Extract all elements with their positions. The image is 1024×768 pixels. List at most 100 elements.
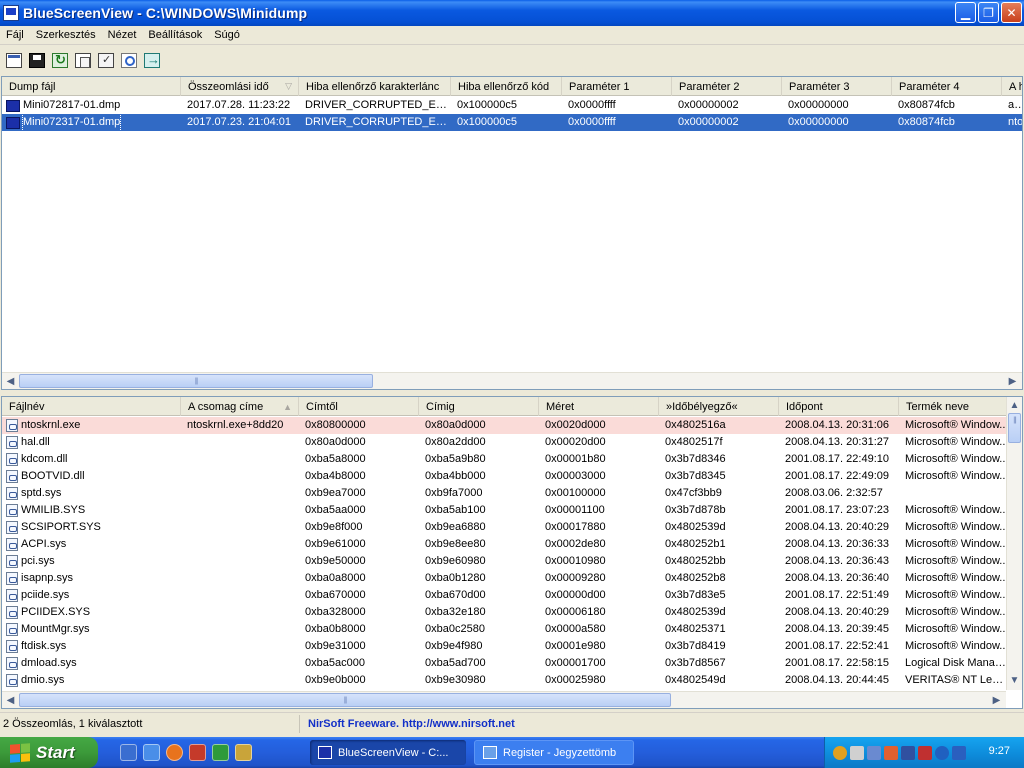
scroll-thumb[interactable] (1008, 413, 1021, 443)
cell-text: Microsoft® Window... (905, 589, 1009, 601)
firefox-icon[interactable] (166, 744, 183, 761)
module-row[interactable]: ACPI.sys 0xb9e61000 0xb9e8ee80 0x0002de80 0x… (2, 536, 1009, 553)
column-header[interactable]: Fájlnév (2, 397, 181, 416)
save-button[interactable] (26, 49, 48, 71)
cell-text: 0x3b7d878b (665, 504, 726, 516)
tray-device-icon[interactable] (901, 745, 915, 760)
column-header[interactable]: Hiba ellenőrző karakterlánc (299, 77, 451, 96)
column-header[interactable]: Paraméter 1 (562, 77, 672, 96)
dump-list-hscroll[interactable]: ◀ ▶ (2, 372, 1022, 389)
show-desktop-icon[interactable] (120, 744, 137, 761)
scroll-thumb[interactable] (19, 693, 671, 707)
column-header[interactable]: Termék neve (899, 397, 1009, 416)
cell-text: ACPI.sys (21, 538, 67, 550)
column-header[interactable]: A csomag címe ▲ (181, 397, 299, 416)
properties-button[interactable] (95, 49, 117, 71)
clock[interactable]: 9:27 (989, 745, 1010, 757)
column-header[interactable]: Dump fájl (2, 77, 181, 96)
tray-search-icon[interactable] (833, 745, 847, 760)
tray-bluetooth-icon[interactable] (952, 745, 966, 760)
cell-text: 0x00001100 (545, 504, 605, 516)
title-bar[interactable]: BlueScreenView - C:\WINDOWS\Minidump ▁ ❐… (0, 0, 1024, 26)
menu-file[interactable]: Fájl (0, 29, 30, 41)
tray-volume-icon[interactable] (918, 745, 932, 760)
cell-text: 0x3b7d8419 (665, 640, 726, 652)
task-bluescreenview[interactable]: BlueScreenView - C:... (310, 740, 466, 765)
app-icon[interactable] (3, 5, 19, 21)
module-row[interactable]: dmio.sys 0xb9e0b000 0xb9e30980 0x00025980 0x… (2, 672, 1009, 689)
dump-row[interactable]: Mini072817-01.dmp 2017.07.28. 11:23:22 DRI… (2, 97, 1022, 114)
tray-network-icon[interactable] (867, 745, 881, 760)
module-row[interactable]: pciide.sys 0xba670000 0xba670d00 0x00000d00… (2, 587, 1009, 604)
column-header-label: Hiba ellenőrző kód (458, 80, 550, 93)
module-row[interactable]: kdcom.dll 0xba5a8000 0xba5a9b80 0x00001b80 0… (2, 451, 1009, 468)
scroll-down-icon[interactable]: ▼ (1007, 673, 1022, 687)
cell: 0x0002de80 (539, 536, 659, 553)
open-report-button[interactable] (3, 49, 25, 71)
tray-disk-icon[interactable] (850, 745, 864, 760)
internet-explorer-icon[interactable] (143, 744, 160, 761)
menu-help[interactable]: Súgó (208, 29, 246, 41)
module-row[interactable]: dmload.sys 0xba5ac000 0xba5ad700 0x00001700… (2, 655, 1009, 672)
task-notepad[interactable]: Register - Jegyzettömb (474, 740, 634, 765)
menu-view[interactable]: Nézet (102, 29, 143, 41)
minimize-button[interactable]: ▁ (955, 2, 976, 23)
tray-info-icon[interactable] (935, 745, 949, 760)
module-list-vscroll[interactable]: ▲ ▼ (1006, 397, 1022, 690)
scroll-left-icon[interactable]: ◀ (3, 374, 18, 388)
module-row[interactable]: pci.sys 0xb9e50000 0xb9e60980 0x00010980 0x4… (2, 553, 1009, 570)
tray-antivirus-icon[interactable] (884, 745, 898, 760)
exit-button[interactable] (141, 49, 163, 71)
module-row[interactable]: isapnp.sys 0xba0a8000 0xba0b1280 0x00009280… (2, 570, 1009, 587)
module-row[interactable]: sptd.sys 0xb9ea7000 0xb9fa7000 0x00100000 0x… (2, 485, 1009, 502)
column-header[interactable]: Címig (419, 397, 539, 416)
scroll-right-icon[interactable]: ▶ (989, 693, 1004, 707)
cell: 0xb9fa7000 (419, 485, 539, 502)
module-row[interactable]: ftdisk.sys 0xb9e31000 0xb9e4f980 0x0001e980… (2, 638, 1009, 655)
module-row[interactable]: SCSIPORT.SYS 0xb9e8f000 0xb9ea6880 0x000178… (2, 519, 1009, 536)
scroll-up-icon[interactable]: ▲ (1007, 398, 1022, 412)
close-button[interactable]: ✕ (1001, 2, 1022, 23)
app-quicklaunch-icon[interactable] (189, 744, 206, 761)
system-tray: 9:27 (824, 737, 1024, 768)
cell: 2008.04.13. 20:36:43 (779, 553, 899, 570)
column-header[interactable]: Méret (539, 397, 659, 416)
scroll-right-icon[interactable]: ▶ (1005, 374, 1020, 388)
column-header[interactable]: A h (1002, 77, 1022, 96)
column-header[interactable]: Időpont (779, 397, 899, 416)
module-list-hscroll[interactable]: ◀ ▶ (2, 691, 1006, 708)
module-row[interactable]: BOOTVID.dll 0xba4b8000 0xba4bb000 0x0000300… (2, 468, 1009, 485)
dump-row[interactable]: Mini072317-01.dmp 2017.07.23. 21:04:01 DRI… (2, 114, 1022, 131)
menu-options[interactable]: Beállítások (142, 29, 208, 41)
nirsoft-link[interactable]: NirSoft Freeware. http://www.nirsoft.net (300, 718, 515, 730)
maximize-button[interactable]: ❐ (978, 2, 999, 23)
scroll-left-icon[interactable]: ◀ (3, 693, 18, 707)
cell-text: 0xba670000 (305, 589, 366, 601)
start-button[interactable]: Start (0, 737, 98, 768)
scroll-thumb[interactable] (19, 374, 373, 388)
module-row[interactable]: MountMgr.sys 0xba0b8000 0xba0c2580 0x0000a5… (2, 621, 1009, 638)
module-row[interactable]: PCIIDEX.SYS 0xba328000 0xba32e180 0x0000618… (2, 604, 1009, 621)
column-header[interactable]: Paraméter 4 (892, 77, 1002, 96)
cell-text: SCSIPORT.SYS (21, 521, 101, 533)
find-button[interactable] (118, 49, 140, 71)
editor-quicklaunch-icon[interactable] (212, 744, 229, 761)
column-header[interactable]: »Időbélyegző« (659, 397, 779, 416)
module-row[interactable]: hal.dll 0x80a0d000 0x80a2dd00 0x00020d00 0x4… (2, 434, 1009, 451)
refresh-button[interactable] (49, 49, 71, 71)
column-header[interactable]: Hiba ellenőrző kód (451, 77, 562, 96)
module-row[interactable]: WMILIB.SYS 0xba5aa000 0xba5ab100 0x00001100… (2, 502, 1009, 519)
image-viewer-icon[interactable] (235, 744, 252, 761)
cell-text: kdcom.dll (21, 453, 68, 465)
menu-edit[interactable]: Szerkesztés (30, 29, 102, 41)
module-row[interactable]: ntoskrnl.exe ntoskrnl.exe+8dd20 0x80800000… (2, 417, 1009, 434)
column-header[interactable]: Címtől (299, 397, 419, 416)
column-header[interactable]: Paraméter 2 (672, 77, 782, 96)
cell: 0x0001e980 (539, 638, 659, 655)
column-header[interactable]: Összeomlási idő ▽ (181, 77, 299, 96)
cell-text: Microsoft® Window... (905, 572, 1009, 584)
copy-button[interactable] (72, 49, 94, 71)
cell (181, 604, 299, 621)
cell (181, 485, 299, 502)
column-header[interactable]: Paraméter 3 (782, 77, 892, 96)
